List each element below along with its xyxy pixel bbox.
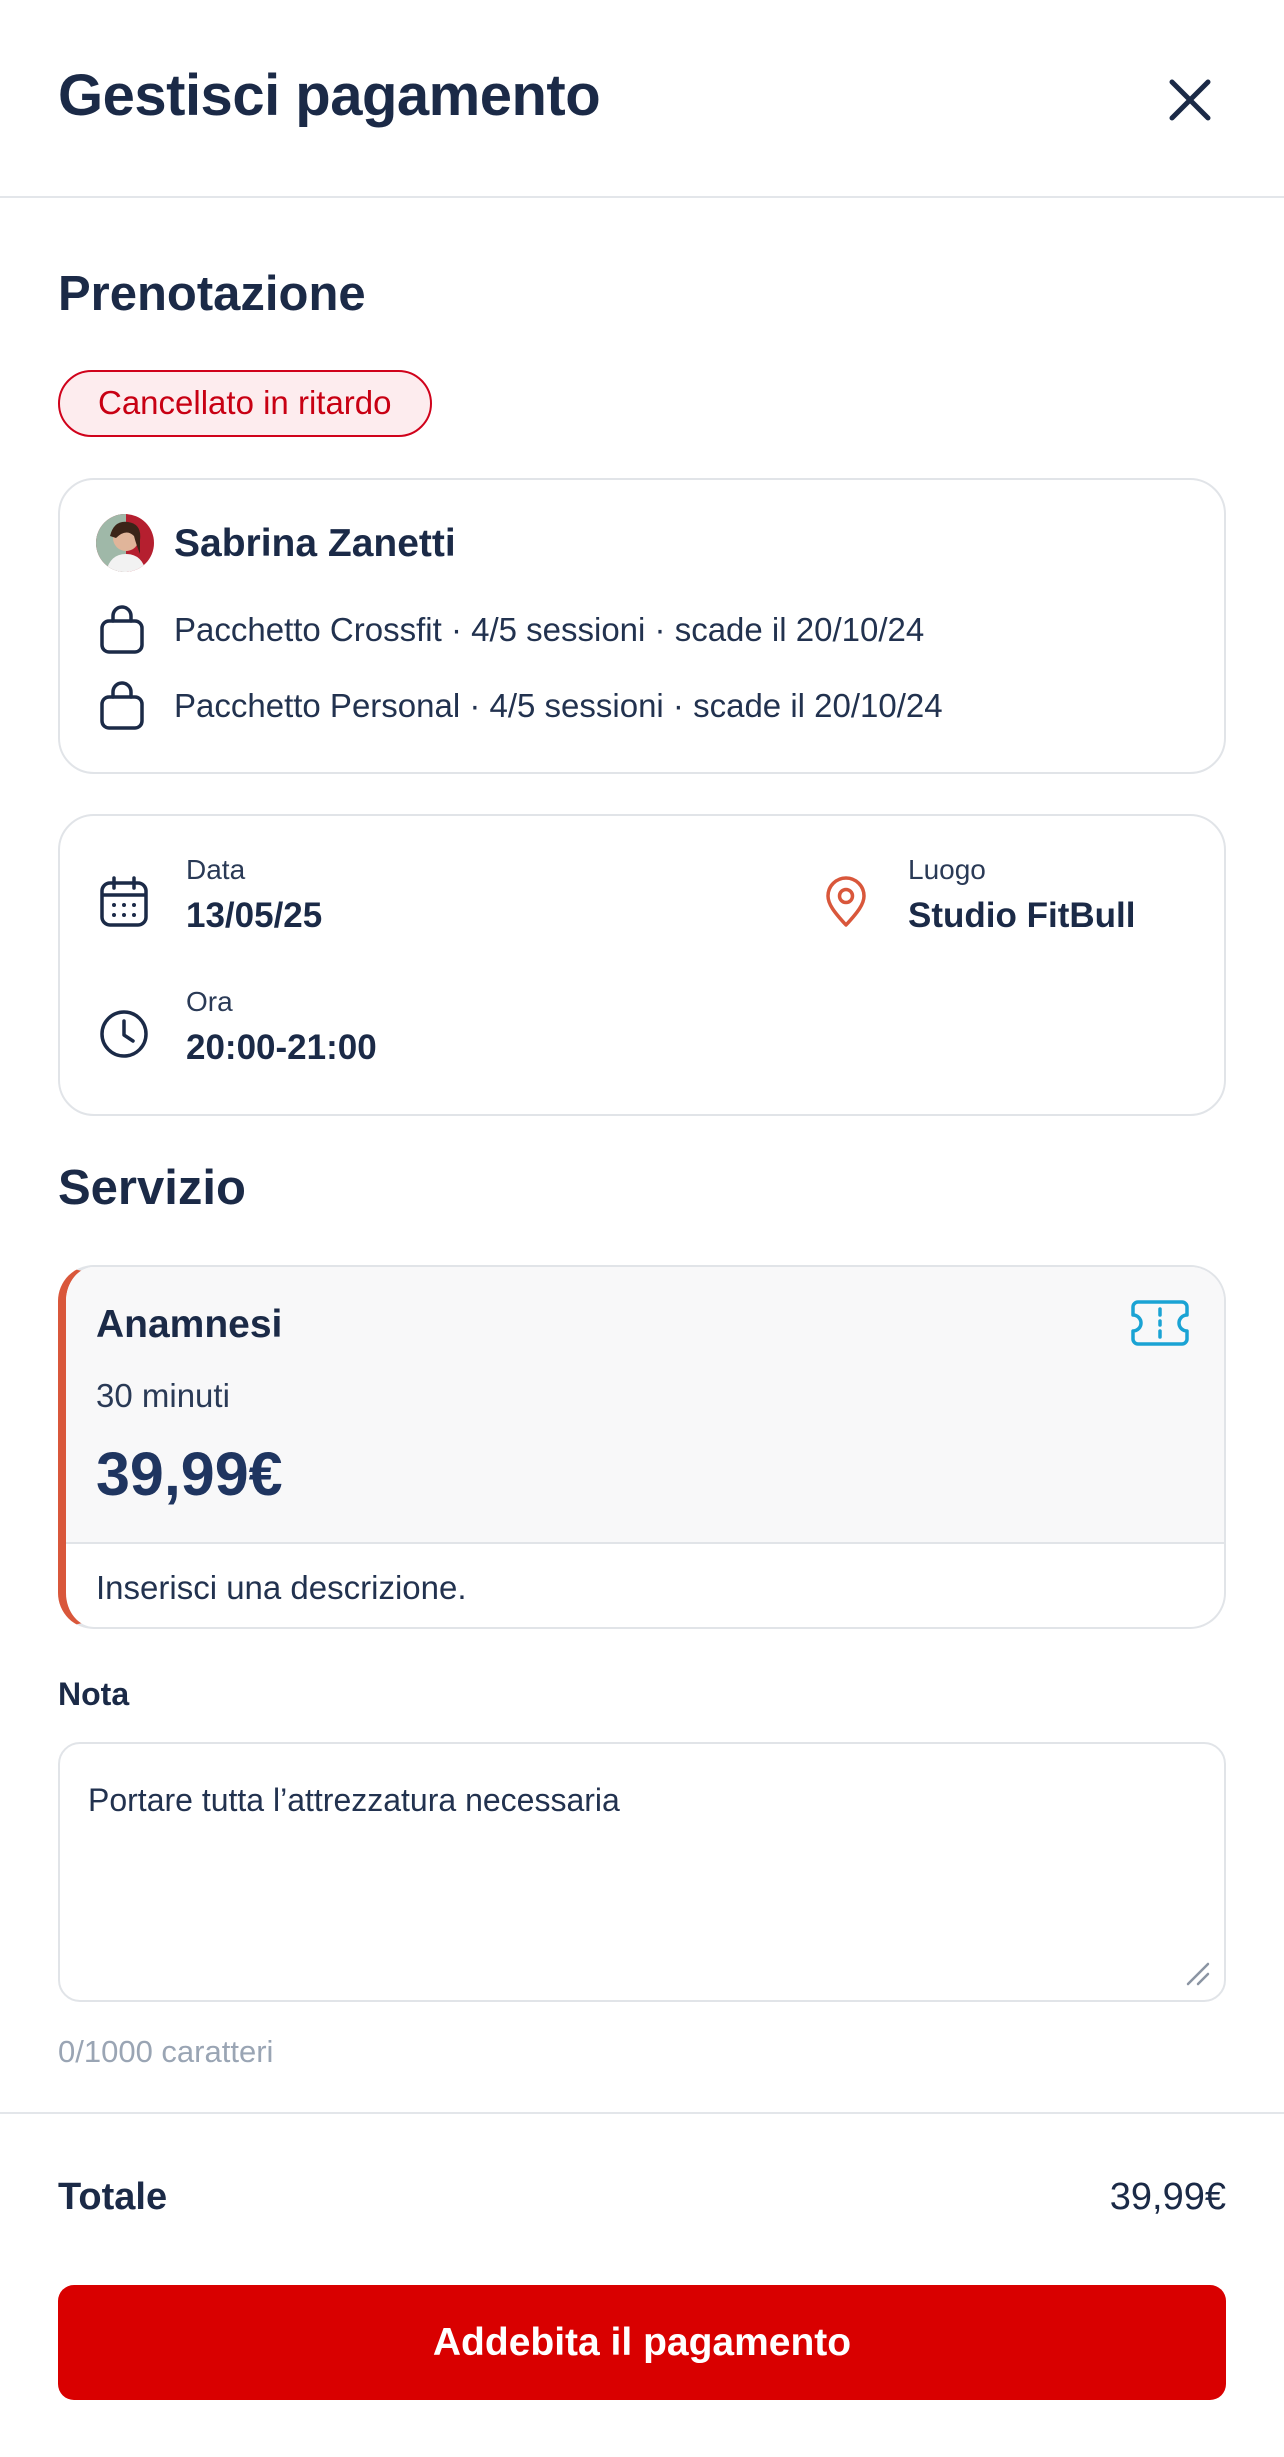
booking-section-title: Prenotazione (58, 267, 366, 321)
shopping-bag-icon (96, 604, 148, 656)
package-item: Pacchetto Crossfit · 4/5 sessioni · scad… (96, 602, 924, 658)
status-badge: Cancellato in ritardo (58, 370, 432, 437)
resize-handle-icon[interactable] (1184, 1960, 1212, 1988)
note-textarea[interactable]: Portare tutta l’attrezzatura necessaria (58, 1742, 1226, 2002)
booking-details-card: Data 13/05/25 Ora 20:00-21:00 Luogo Stud… (58, 814, 1226, 1116)
page-title: Gestisci pagamento (58, 63, 601, 128)
service-price: 39,99€ (96, 1440, 283, 1508)
service-card[interactable]: Anamnesi 30 minuti 39,99€ Inserisci una … (58, 1265, 1226, 1629)
time-label: Ora (186, 986, 233, 1017)
charge-payment-button[interactable]: Addebita il pagamento (58, 2285, 1226, 2400)
total-value: 39,99€ (1109, 2176, 1226, 2218)
clock-icon (96, 1006, 152, 1062)
location-label: Luogo (908, 854, 986, 885)
package-label: Pacchetto Personal · 4/5 sessioni · scad… (174, 687, 943, 724)
char-counter: 0/1000 caratteri (58, 2034, 274, 2069)
package-label: Pacchetto Crossfit · 4/5 sessioni · scad… (174, 611, 925, 648)
date-label: Data (186, 854, 246, 885)
close-button[interactable] (1160, 70, 1220, 130)
map-pin-icon (818, 874, 874, 930)
calendar-icon (96, 874, 152, 930)
location-value: Studio FitBull (908, 896, 1136, 935)
client-name: Sabrina Zanetti (174, 522, 456, 565)
service-name: Anamnesi (96, 1303, 283, 1346)
footer-divider (0, 2112, 1284, 2114)
date-info: Data 13/05/25 (96, 854, 322, 936)
time-info: Ora 20:00-21:00 (96, 986, 377, 1068)
location-info: Luogo Studio FitBull (818, 854, 1135, 936)
note-text[interactable]: Portare tutta l’attrezzatura necessaria (88, 1782, 620, 1819)
note-label: Nota (58, 1676, 130, 1712)
total-label: Totale (58, 2176, 168, 2218)
ticket-icon (1131, 1300, 1189, 1346)
time-value: 20:00-21:00 (186, 1028, 377, 1067)
modal-header: Gestisci pagamento (0, 0, 1284, 198)
package-item: Pacchetto Personal · 4/5 sessioni · scad… (96, 678, 943, 734)
client-card: Sabrina Zanetti Pacchetto Crossfit · 4/5… (58, 478, 1226, 774)
avatar (96, 514, 154, 572)
close-icon (1169, 79, 1211, 121)
service-section-title: Servizio (58, 1161, 246, 1215)
service-summary: Anamnesi 30 minuti 39,99€ (66, 1267, 1224, 1544)
date-value: 13/05/25 (186, 896, 323, 935)
service-duration: 30 minuti (96, 1377, 230, 1414)
service-description[interactable]: Inserisci una descrizione. (96, 1569, 467, 1607)
shopping-bag-icon (96, 680, 148, 732)
